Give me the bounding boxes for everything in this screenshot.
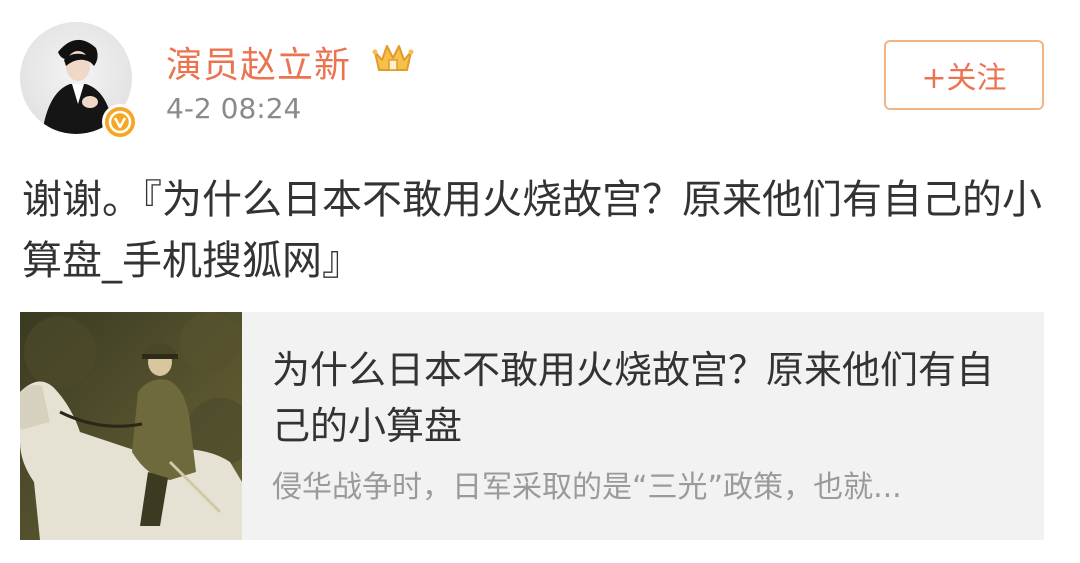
- verified-v-icon: [102, 104, 138, 140]
- follow-button[interactable]: +关注: [884, 40, 1044, 110]
- card-thumbnail: [20, 312, 242, 540]
- link-card[interactable]: 为什么日本不敢用火烧故宫？原来他们有自己的小算盘 侵华战争时，日军采取的是“三光…: [20, 312, 1044, 540]
- post-text: 谢谢。『为什么日本不敢用火烧故宫？原来他们有自己的小算盘_手机搜狐网』: [22, 177, 1042, 284]
- card-title[interactable]: 为什么日本不敢用火烧故宫？原来他们有自己的小算盘: [272, 342, 1012, 454]
- post-timestamp: 4-2 08:24: [166, 92, 302, 125]
- crown-icon[interactable]: [372, 40, 414, 80]
- username[interactable]: 演员赵立新: [166, 36, 351, 88]
- card-summary: 侵华战争时，日军采取的是“三光”政策，也就...: [272, 470, 902, 505]
- avatar[interactable]: [20, 22, 138, 140]
